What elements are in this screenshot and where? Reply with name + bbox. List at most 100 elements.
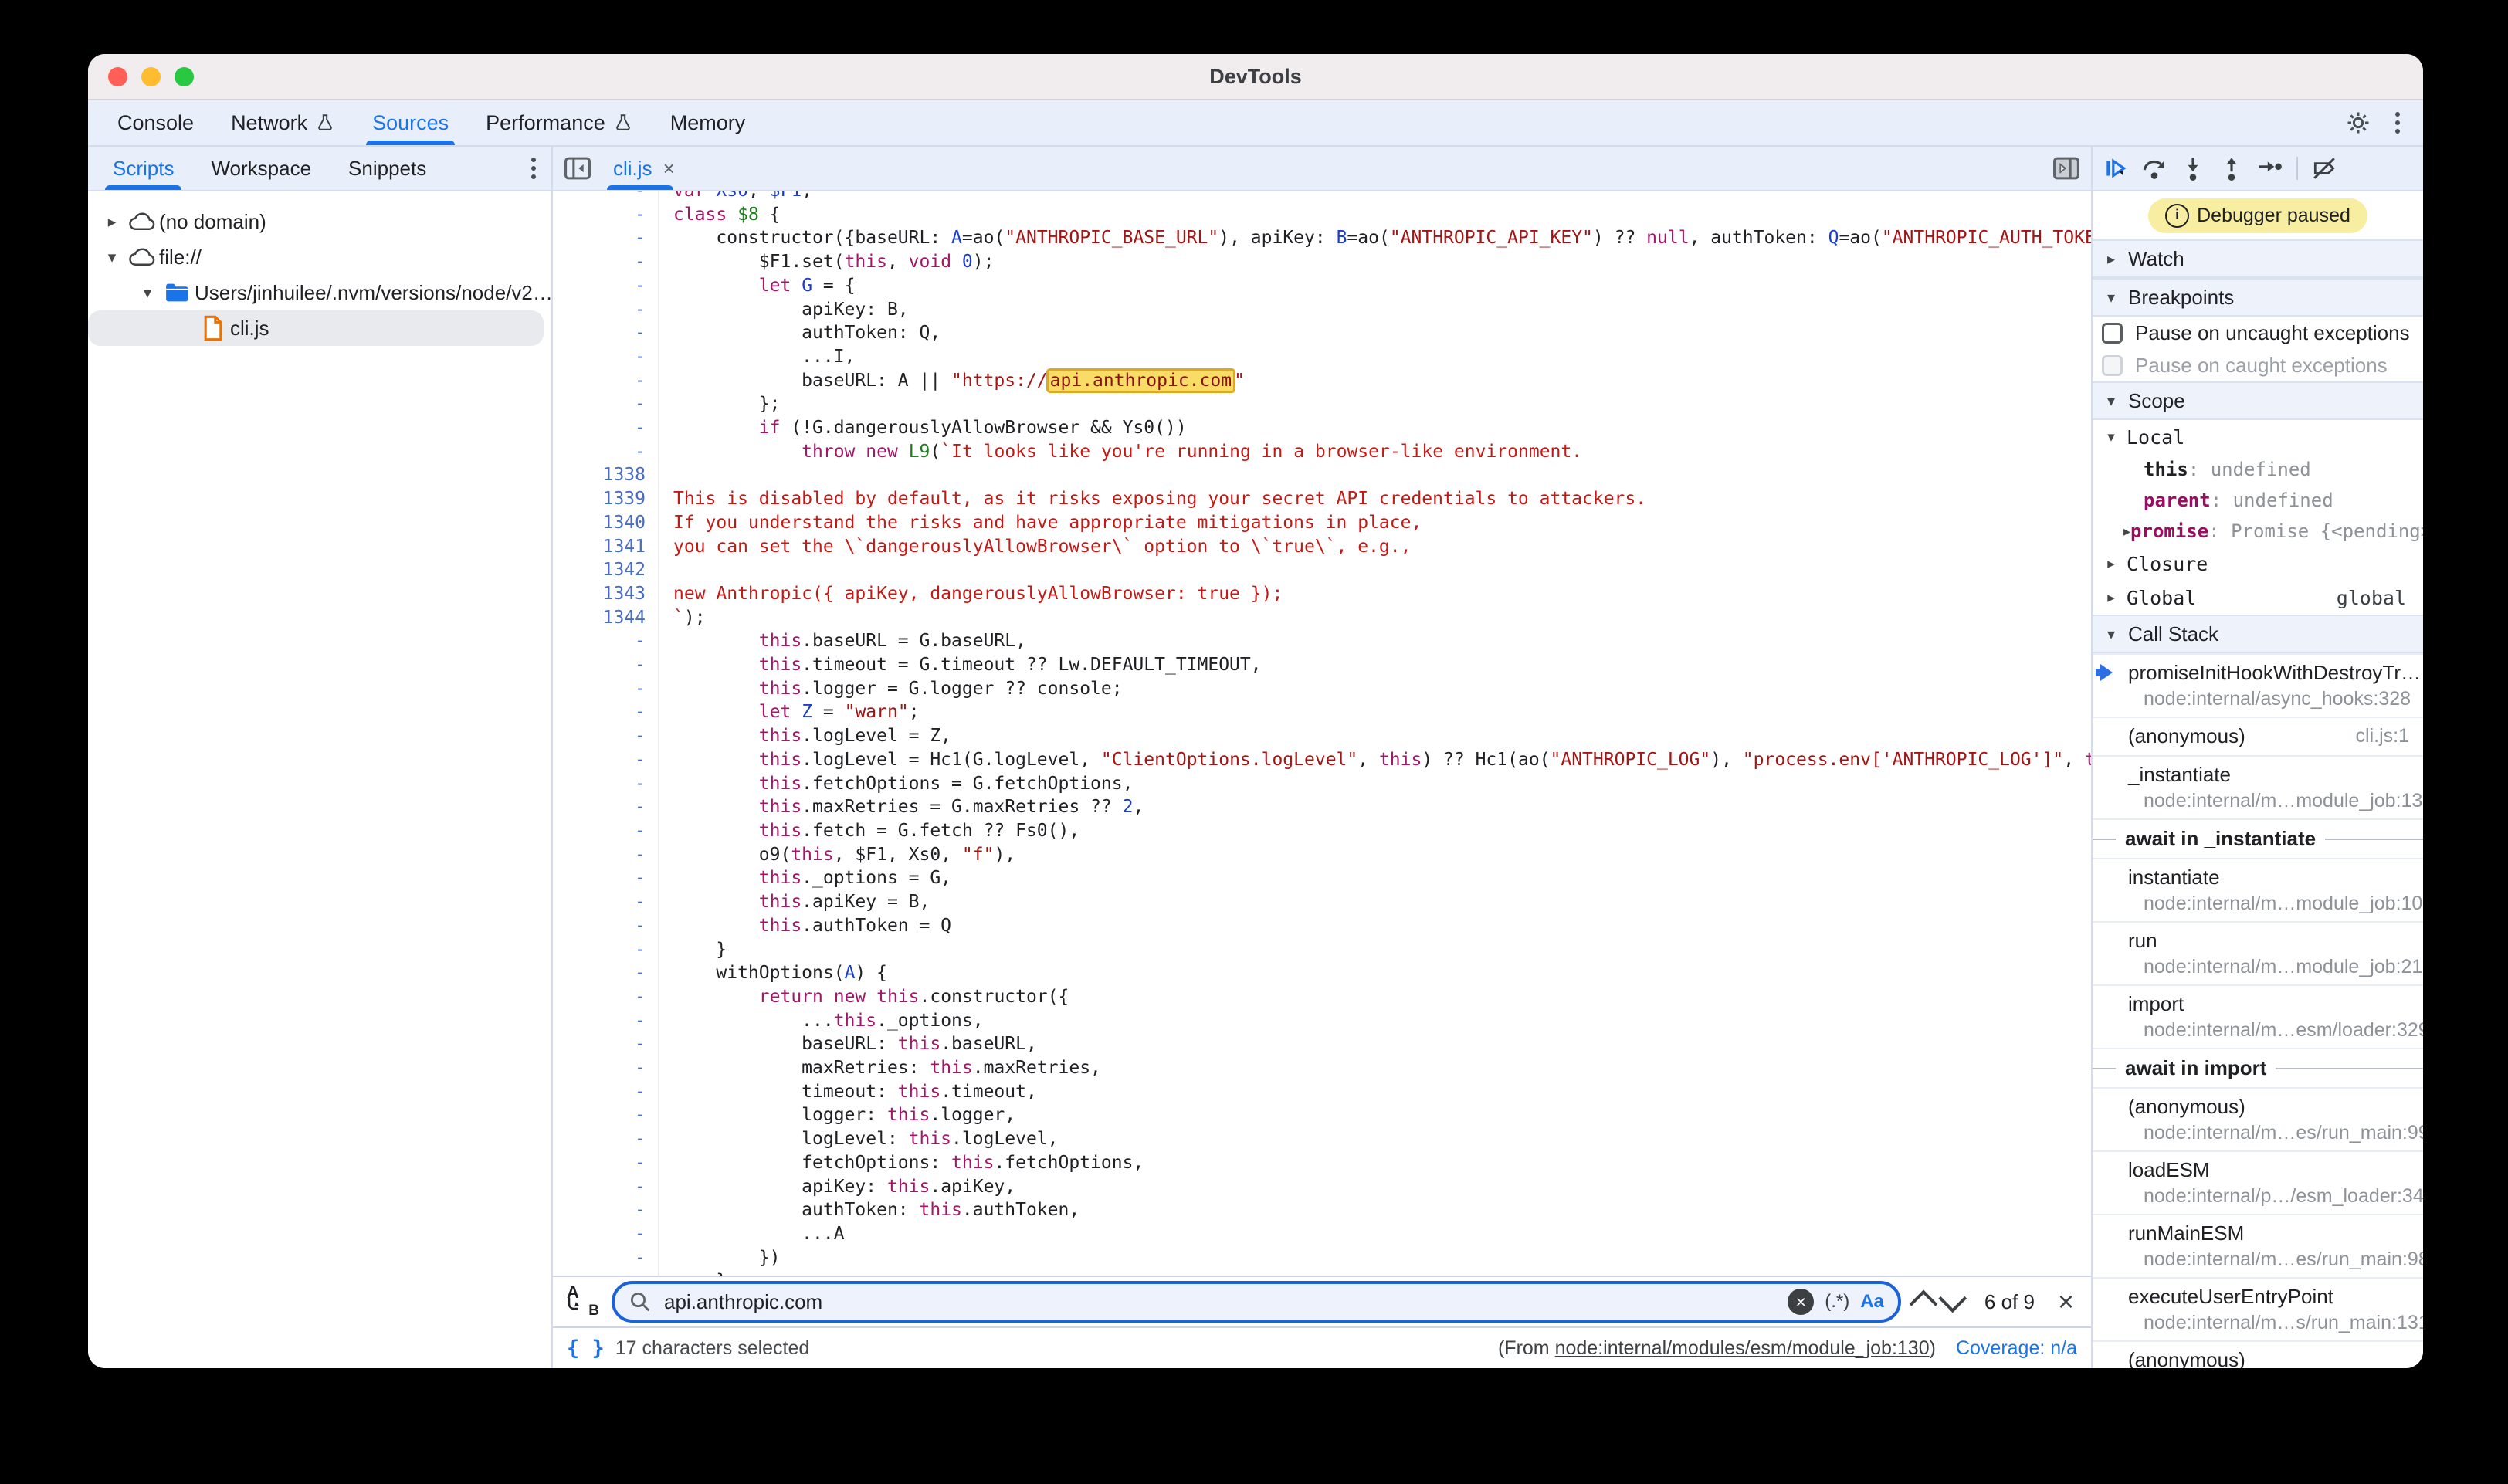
gutter-line[interactable]: - xyxy=(553,1056,646,1080)
scope-group-global[interactable]: ▸Globalglobal xyxy=(2093,581,2423,615)
gutter-line[interactable]: - xyxy=(553,440,646,464)
gutter-line[interactable]: - xyxy=(553,961,646,985)
scope-property-this[interactable]: this: undefined xyxy=(2093,454,2423,485)
resume-script-icon[interactable] xyxy=(2100,153,2131,184)
chevron-right-icon[interactable]: ▸ xyxy=(2103,589,2119,607)
tree-row-cli-js[interactable]: cli.js xyxy=(88,310,544,346)
gutter-line[interactable]: - xyxy=(553,1032,646,1056)
gutter-line[interactable]: 1342 xyxy=(553,558,646,582)
call-stack-frame[interactable]: (anonymous)node:internal/m…main_module:2 xyxy=(2093,1340,2423,1368)
gutter-line[interactable]: - xyxy=(553,1103,646,1127)
gutter-line[interactable]: 1340 xyxy=(553,511,646,535)
gutter-line[interactable]: - xyxy=(553,843,646,867)
gutter-line[interactable]: - xyxy=(553,914,646,938)
gutter-line[interactable]: - xyxy=(553,1151,646,1175)
gutter-line[interactable]: - xyxy=(553,985,646,1009)
regex-toggle[interactable]: (.*) xyxy=(1825,1291,1849,1313)
pause-caught-row[interactable]: Pause on caught exceptions xyxy=(2093,349,2423,381)
call-stack-frame[interactable]: promiseInitHookWithDestroyTr…node:intern… xyxy=(2093,653,2423,717)
chevron-right-icon[interactable]: ▸ xyxy=(2123,523,2130,540)
gutter-line[interactable]: - xyxy=(553,1127,646,1151)
scope-group-closure[interactable]: ▸Closure xyxy=(2093,547,2423,581)
gutter-line[interactable]: - xyxy=(553,369,646,393)
chevron-down-icon[interactable]: ▾ xyxy=(2103,429,2119,446)
next-match-button[interactable] xyxy=(1938,1284,1967,1313)
scope-group-local[interactable]: ▾Local xyxy=(2093,420,2423,454)
tab-memory[interactable]: Memory xyxy=(652,100,764,145)
collapse-debugger-icon[interactable] xyxy=(2052,155,2080,181)
gutter-line[interactable]: - xyxy=(553,1198,646,1222)
call-stack-frame[interactable]: runnode:internal/m…module_job:214 xyxy=(2093,921,2423,984)
gutter-line[interactable]: - xyxy=(553,1175,646,1199)
close-search-icon[interactable]: × xyxy=(2053,1286,2079,1318)
pause-uncaught-row[interactable]: Pause on uncaught exceptions xyxy=(2093,317,2423,349)
gutter-line[interactable]: - xyxy=(553,250,646,274)
call-stack-section-header[interactable]: ▾ Call Stack xyxy=(2093,615,2423,653)
code-editor[interactable]: ------------1338133913401341134213431344… xyxy=(553,191,2091,1276)
call-stack-frame[interactable]: (anonymous)cli.js:1 xyxy=(2093,717,2423,755)
gutter-line[interactable]: - xyxy=(553,274,646,298)
call-stack-frame[interactable]: _instantiatenode:internal/m…module_job:1… xyxy=(2093,755,2423,818)
editor-tab-cli-js[interactable]: cli.js × xyxy=(607,147,681,190)
scope-section-header[interactable]: ▾ Scope xyxy=(2093,381,2423,420)
gutter-line[interactable]: - xyxy=(553,191,646,203)
gutter-line[interactable]: - xyxy=(553,890,646,914)
tree-row--no-domain-[interactable]: ▸(no domain) xyxy=(88,204,551,239)
settings-gear-icon[interactable] xyxy=(2344,109,2372,137)
gutter-line[interactable]: - xyxy=(553,748,646,772)
gutter-line[interactable]: - xyxy=(553,772,646,796)
gutter-line[interactable]: - xyxy=(553,1269,646,1276)
gutter-line[interactable]: - xyxy=(553,1222,646,1246)
chevron-down-icon[interactable]: ▾ xyxy=(134,283,161,303)
gutter-line[interactable]: 1344 xyxy=(553,606,646,630)
more-tabs-icon[interactable] xyxy=(531,158,551,179)
gutter-line[interactable]: 1339 xyxy=(553,487,646,511)
step-over-icon[interactable] xyxy=(2139,153,2170,184)
minimize-window-button[interactable] xyxy=(141,67,161,86)
tab-snippets[interactable]: Snippets xyxy=(330,147,445,190)
gutter-line[interactable]: 1338 xyxy=(553,463,646,487)
coverage-link[interactable]: Coverage: n/a xyxy=(1956,1337,2077,1360)
gutter-line[interactable]: - xyxy=(553,1246,646,1270)
tab-workspace[interactable]: Workspace xyxy=(192,147,330,190)
step-into-icon[interactable] xyxy=(2178,153,2208,184)
call-stack-frame[interactable]: importnode:internal/m…esm/loader:329 xyxy=(2093,984,2423,1048)
match-case-toggle[interactable]: Aa xyxy=(1860,1291,1884,1313)
tree-row-users-jinhuilee-nvm-versions-node-v2-[interactable]: ▾Users/jinhuilee/.nvm/versions/node/v2… xyxy=(88,275,551,310)
gutter-line[interactable]: - xyxy=(553,226,646,250)
call-stack-frame[interactable]: loadESMnode:internal/p…/esm_loader:34 xyxy=(2093,1150,2423,1214)
gutter-line[interactable]: - xyxy=(553,677,646,701)
gutter-line[interactable]: - xyxy=(553,629,646,653)
gutter-line[interactable]: - xyxy=(553,866,646,890)
gutter-line[interactable]: - xyxy=(553,416,646,440)
deactivate-breakpoints-icon[interactable] xyxy=(2309,153,2340,184)
gutter-line[interactable]: - xyxy=(553,724,646,748)
replace-toggle-icon[interactable]: A B xyxy=(565,1284,599,1320)
gutter-line[interactable]: - xyxy=(553,345,646,369)
gutter-line[interactable]: - xyxy=(553,203,646,227)
chevron-right-icon[interactable]: ▸ xyxy=(2103,555,2119,573)
gutter-line[interactable]: - xyxy=(553,653,646,677)
step-out-icon[interactable] xyxy=(2216,153,2247,184)
close-window-button[interactable] xyxy=(108,67,127,86)
zoom-window-button[interactable] xyxy=(175,67,194,86)
line-number-gutter[interactable]: ------------1338133913401341134213431344… xyxy=(553,191,659,1276)
chevron-right-icon[interactable]: ▸ xyxy=(99,212,125,232)
call-stack-frame[interactable]: executeUserEntryPointnode:internal/m…s/r… xyxy=(2093,1277,2423,1340)
breakpoints-section-header[interactable]: ▾ Breakpoints xyxy=(2093,278,2423,317)
module-job-link[interactable]: node:internal/modules/esm/module_job:130 xyxy=(1555,1337,1930,1359)
tree-row-file-[interactable]: ▾file:// xyxy=(88,239,551,275)
scope-property-promise[interactable]: ▸promise: Promise {<pending>} xyxy=(2093,516,2423,547)
clear-search-icon[interactable]: × xyxy=(1788,1289,1814,1315)
watch-section-header[interactable]: ▸ Watch xyxy=(2093,239,2423,278)
gutter-line[interactable]: - xyxy=(553,700,646,724)
tab-performance[interactable]: Performance xyxy=(467,100,652,145)
call-stack-frame[interactable]: (anonymous)node:internal/m…es/run_main:9… xyxy=(2093,1087,2423,1150)
checkbox-unchecked-icon[interactable] xyxy=(2102,323,2123,344)
call-stack-frame[interactable]: runMainESMnode:internal/m…es/run_main:98 xyxy=(2093,1214,2423,1277)
call-stack-frame[interactable]: instantiatenode:internal/m…module_job:10… xyxy=(2093,858,2423,921)
tab-console[interactable]: Console xyxy=(99,100,212,145)
close-tab-icon[interactable]: × xyxy=(663,157,675,181)
collapse-sidebar-icon[interactable] xyxy=(564,155,591,181)
scope-property-parent[interactable]: parent: undefined xyxy=(2093,485,2423,516)
